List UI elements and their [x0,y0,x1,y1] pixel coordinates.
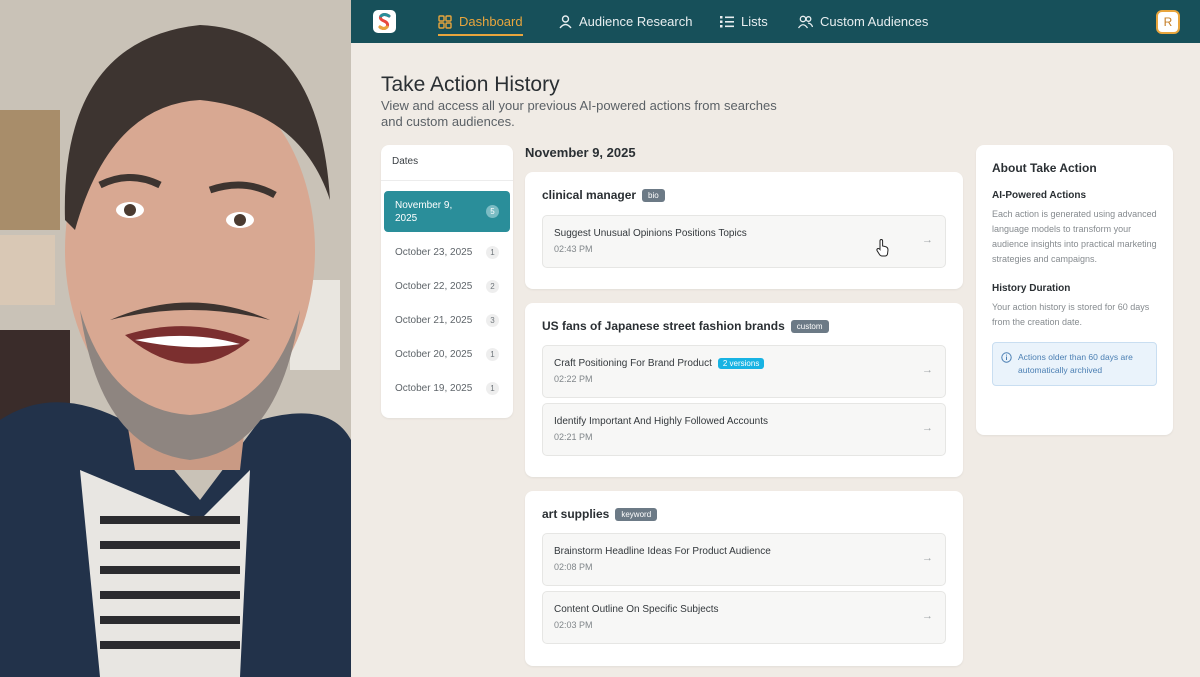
date-label: October 19, 2025 [395,382,473,394]
action-name-text: Suggest Unusual Opinions Positions Topic… [554,228,747,239]
action-time: 02:43 PM [554,244,593,254]
action-name-text: Identify Important And Highly Followed A… [554,416,769,427]
open-arrow-icon: → [922,610,933,622]
top-navbar: Dashboard Audience Research Lists Custom… [351,0,1200,43]
date-label: October 22, 2025 [395,280,473,292]
action-time: 02:22 PM [554,374,593,384]
info-icon [1001,352,1012,363]
action-item[interactable]: Brainstorm Headline Ideas For Product Au… [542,533,946,586]
group-title: clinical manager [542,188,637,202]
action-group-card: US fans of Japanese street fashion brand… [525,303,963,477]
action-item[interactable]: Suggest Unusual Opinions Positions Topic… [542,215,946,268]
date-count-badge: 3 [486,313,499,327]
action-item[interactable]: Content Outline On Specific Subjects 02:… [542,591,946,644]
action-name-text: Brainstorm Headline Ideas For Product Au… [554,546,771,557]
action-group-card: art supplies keyword Brainstorm Headline… [525,491,963,666]
page-title: Take Action History [381,73,560,96]
nav-audience-research[interactable]: Audience Research [559,0,692,43]
about-take-action-panel: About Take Action AI-Powered Actions Eac… [976,145,1173,435]
group-header: US fans of Japanese street fashion brand… [542,319,829,333]
date-label: October 20, 2025 [395,348,473,360]
users-icon [798,15,813,28]
date-item-oct-19[interactable]: October 19, 2025 1 [384,373,510,403]
group-header: art supplies keyword [542,507,658,521]
date-item-oct-22[interactable]: October 22, 2025 2 [384,271,510,301]
dates-heading: Dates [381,145,513,181]
user-avatar[interactable]: R [1156,10,1180,34]
date-label: November 9, 2025 [395,199,453,224]
action-time: 02:08 PM [554,562,593,572]
action-time: 02:03 PM [554,620,593,630]
dates-panel: Dates November 9, 2025 5 October 23, 202… [381,145,513,418]
nav-lists-label: Lists [741,14,768,29]
action-name: Content Outline On Specific Subjects [554,604,719,615]
nav-audience-research-label: Audience Research [579,14,693,29]
nav-custom-audiences-label: Custom Audiences [820,14,929,29]
avatar-initial: R [1163,15,1173,29]
action-name: Craft Positioning For Brand Product 2 ve… [554,358,765,369]
action-name-text: Content Outline On Specific Subjects [554,604,719,615]
date-count-badge: 1 [486,381,499,395]
date-label: October 21, 2025 [395,314,473,326]
action-item[interactable]: Craft Positioning For Brand Product 2 ve… [542,345,946,398]
section-date-heading: November 9, 2025 [525,145,636,160]
about-section-heading: AI-Powered Actions [992,190,1087,201]
group-type-tag: keyword [615,507,658,521]
action-name-text: Craft Positioning For Brand Product [554,358,712,369]
date-count-badge: 1 [486,347,499,361]
archive-info-box: Actions older than 60 days are automatic… [992,342,1157,386]
date-count-badge: 2 [486,279,499,293]
date-item-nov-9[interactable]: November 9, 2025 5 [384,191,510,232]
about-section-text: Each action is generated using advanced … [992,209,1157,264]
date-count-badge: 1 [486,245,499,259]
hand-cursor-icon [876,239,889,257]
group-title: art supplies [542,507,610,521]
versions-badge: 2 versions [717,358,765,369]
action-name: Suggest Unusual Opinions Positions Topic… [554,228,747,239]
about-section-text: Your action history is stored for 60 day… [992,302,1150,327]
nav-dashboard[interactable]: Dashboard [438,0,523,43]
date-item-oct-20[interactable]: October 20, 2025 1 [384,339,510,369]
action-time: 02:21 PM [554,432,593,442]
list-icon [720,16,734,28]
date-count-badge: 5 [486,205,499,218]
presenter-video-image [0,0,351,677]
open-arrow-icon: → [922,364,933,376]
open-arrow-icon: → [922,422,933,434]
archive-info-text: Actions older than 60 days are automatic… [1018,352,1133,375]
group-type-tag: bio [642,188,665,202]
date-item-oct-23[interactable]: October 23, 2025 1 [384,237,510,267]
logo-icon [378,13,391,30]
group-title: US fans of Japanese street fashion brand… [542,319,785,333]
nav-custom-audiences[interactable]: Custom Audiences [798,0,928,43]
action-name: Identify Important And Highly Followed A… [554,416,768,427]
app-window: Dashboard Audience Research Lists Custom… [351,0,1200,677]
app-logo[interactable] [373,10,396,33]
nav-dashboard-label: Dashboard [459,14,523,29]
page-subtitle: View and access all your previous AI-pow… [381,98,777,129]
group-header: clinical manager bio [542,188,665,202]
open-arrow-icon: → [922,234,933,246]
user-icon [559,14,572,28]
action-group-card: clinical manager bio Suggest Unusual Opi… [525,172,963,289]
about-title: About Take Action [992,161,1097,175]
group-type-tag: custom [790,319,829,333]
date-label: October 23, 2025 [395,246,473,258]
date-item-oct-21[interactable]: October 21, 2025 3 [384,305,510,335]
nav-lists[interactable]: Lists [720,0,768,43]
action-item[interactable]: Identify Important And Highly Followed A… [542,403,946,456]
grid-icon [438,14,452,29]
about-section-heading: History Duration [992,283,1071,294]
action-name: Brainstorm Headline Ideas For Product Au… [554,546,771,557]
open-arrow-icon: → [922,552,933,564]
webcam-video-panel [0,0,351,677]
